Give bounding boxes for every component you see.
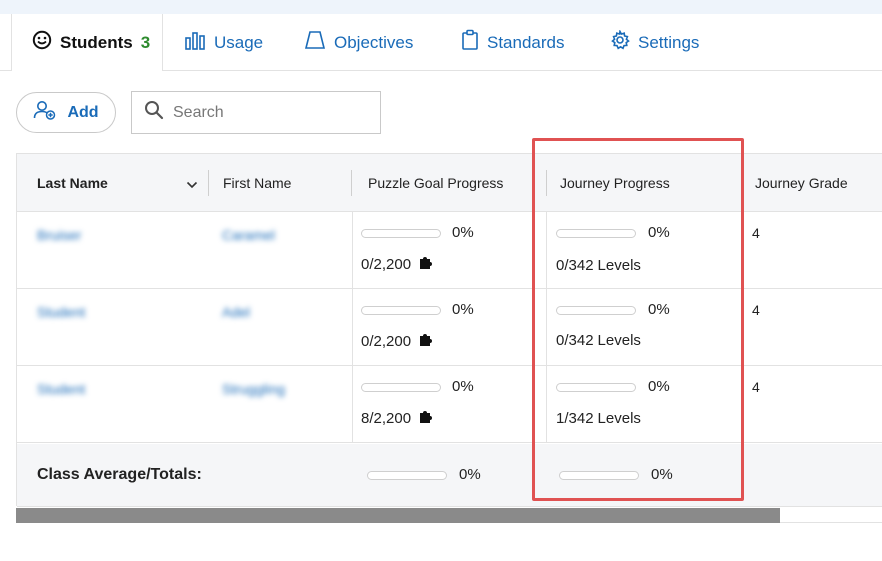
add-student-button[interactable]: Add [16,92,116,133]
journey-count-value: 0/342 [556,332,594,349]
tab-bar: Students 3 Usage Objectives Standards Se… [0,14,882,71]
tab-students-label: Students [60,32,133,52]
chevron-down-icon[interactable] [186,177,198,193]
class-journey-progress-bar [559,471,639,480]
column-header-journey-progress[interactable]: Journey Progress [546,154,741,212]
class-totals-label: Class Average/Totals: [37,466,202,483]
column-header-last-name[interactable]: Last Name [37,154,207,212]
search-input[interactable] [173,103,373,122]
puzzle-count: 8/2,200 [361,409,433,428]
trapezoid-icon [304,30,326,55]
horizontal-scrollbar[interactable] [16,508,882,523]
journey-progress-bar [556,383,636,392]
journey-progress-percent: 0% [648,224,670,241]
journey-count-unit: Levels [597,410,641,427]
scrollbar-thumb[interactable] [16,508,780,523]
table-header: Last Name First Name Puzzle Goal Progres… [17,154,882,212]
class-puzzle-progress-percent: 0% [459,466,481,483]
journey-progress-bar [556,229,636,238]
column-header-label: Journey Progress [560,175,670,191]
student-count-badge: 3 [140,32,151,52]
add-user-icon [33,100,57,125]
puzzle-progress-bar [361,229,441,238]
journey-count: 0/342 Levels [556,257,641,274]
puzzle-count-value: 8/2,200 [361,410,412,427]
puzzle-count: 0/2,200 [361,332,433,351]
add-button-label: Add [67,103,99,121]
tab-usage-label: Usage [214,32,264,52]
tab-students[interactable]: Students 3 [11,14,163,71]
journey-count: 1/342 Levels [556,410,641,427]
puzzle-progress-percent: 0% [452,224,474,241]
puzzle-piece-icon [418,409,433,428]
journey-progress-percent: 0% [648,301,670,318]
first-name-link[interactable]: Adel [222,304,250,320]
first-name-link[interactable]: Caramel [222,227,275,243]
class-puzzle-progress-bar [367,471,447,480]
puzzle-progress-percent: 0% [452,378,474,395]
tab-objectives-label: Objectives [334,32,414,52]
column-header-label: Last Name [37,175,108,191]
column-header-first-name[interactable]: First Name [208,154,351,212]
journey-count-value: 0/342 [556,257,594,274]
search-icon [144,100,164,125]
table-row[interactable]: Bruiser Caramel 0% 0/2,200 0% 0/342 Leve… [17,212,882,289]
journey-count-value: 1/342 [556,410,594,427]
table-row[interactable]: Student Struggling 0% 8/2,200 0% 1/342 L… [17,366,882,443]
first-name-link[interactable]: Struggling [222,381,285,397]
gear-icon [610,29,630,55]
tab-objectives[interactable]: Objectives [304,14,413,71]
tab-settings-label: Settings [638,32,700,52]
search-field[interactable] [131,91,381,134]
class-journey-progress-percent: 0% [651,466,673,483]
puzzle-progress-bar [361,383,441,392]
students-table: Last Name First Name Puzzle Goal Progres… [16,153,882,507]
tab-usage[interactable]: Usage [184,14,263,71]
journey-count: 0/342 Levels [556,332,641,349]
puzzle-count-value: 0/2,200 [361,333,412,350]
column-header-puzzle-goal-progress[interactable]: Puzzle Goal Progress [351,154,546,212]
table-row[interactable]: Student Adel 0% 0/2,200 0% 0/342 Levels … [17,289,882,366]
last-name-link[interactable]: Student [37,304,85,320]
puzzle-progress-percent: 0% [452,301,474,318]
journey-progress-percent: 0% [648,378,670,395]
last-name-link[interactable]: Bruiser [37,227,81,243]
journey-grade-value: 4 [752,379,760,395]
clipboard-icon [461,29,479,56]
journey-progress-bar [556,306,636,315]
puzzle-piece-icon [418,332,433,351]
smiley-icon [32,30,52,55]
class-totals-row: Class Average/Totals: 0% 0% [17,444,882,507]
tab-standards[interactable]: Standards [461,14,565,71]
puzzle-count-value: 0/2,200 [361,256,412,273]
journey-count-unit: Levels [597,257,641,274]
tab-settings[interactable]: Settings [610,14,699,71]
puzzle-count: 0/2,200 [361,255,433,274]
journey-grade-value: 4 [752,225,760,241]
bar-chart-icon [184,30,206,55]
puzzle-piece-icon [418,255,433,274]
tab-standards-label: Standards [487,32,565,52]
journey-grade-value: 4 [752,302,760,318]
column-header-label: Journey Grade [755,175,848,191]
column-header-label: First Name [223,175,292,191]
last-name-link[interactable]: Student [37,381,85,397]
column-header-label: Puzzle Goal Progress [368,175,504,191]
puzzle-progress-bar [361,306,441,315]
journey-count-unit: Levels [597,332,641,349]
top-strip [0,0,882,14]
column-header-journey-grade[interactable]: Journey Grade [741,154,882,212]
